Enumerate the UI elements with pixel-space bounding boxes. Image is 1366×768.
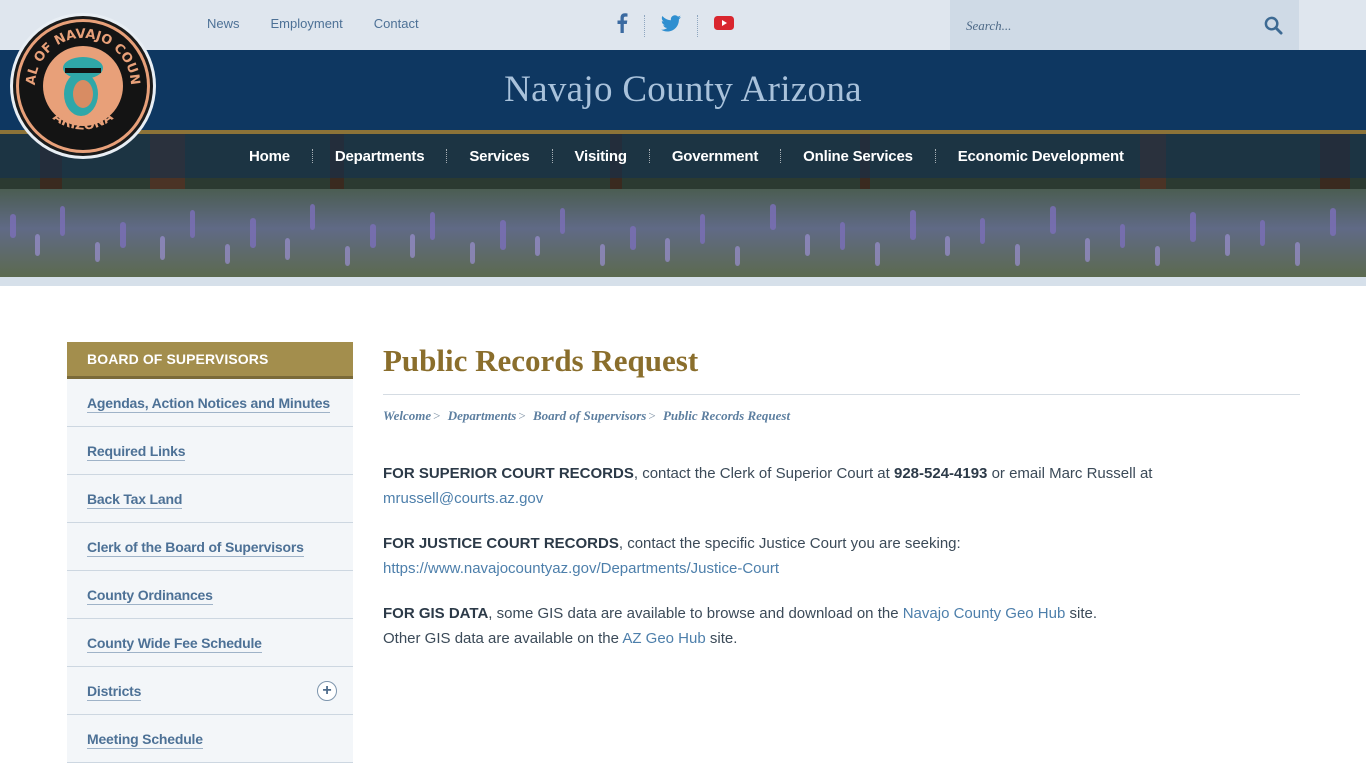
nav-departments[interactable]: Departments — [313, 148, 447, 165]
twitter-icon[interactable] — [661, 14, 681, 37]
sidebar-item-label[interactable]: Required Links — [87, 443, 186, 461]
nav-online-services[interactable]: Online Services — [781, 148, 935, 165]
social-divider — [644, 14, 645, 37]
nav-visiting[interactable]: Visiting — [553, 148, 649, 165]
top-link-employment[interactable]: Employment — [271, 16, 343, 31]
sidebar-nav: BOARD OF SUPERVISORS Agendas, Action Not… — [67, 342, 353, 763]
expand-plus-icon[interactable]: + — [317, 681, 337, 701]
sidebar-item-fee-schedule[interactable]: County Wide Fee Schedule — [67, 619, 353, 667]
social-links — [616, 13, 734, 38]
sidebar-item-label[interactable]: Meeting Schedule — [87, 731, 203, 749]
search-box — [950, 0, 1299, 50]
sidebar-item-label[interactable]: Agendas, Action Notices and Minutes — [87, 395, 330, 413]
sidebar-item-required-links[interactable]: Required Links — [67, 427, 353, 475]
title-divider — [383, 394, 1300, 395]
gis-paragraph: FOR GIS DATA, some GIS data are availabl… — [383, 601, 1300, 651]
p1-text: , contact the Clerk of Superior Court at — [633, 465, 894, 482]
breadcrumb-separator: > — [648, 408, 656, 423]
navajo-geo-hub-link[interactable]: Navajo County Geo Hub — [903, 605, 1066, 622]
justice-court-heading: FOR JUSTICE COURT RECORDS — [383, 535, 619, 552]
superior-court-paragraph: FOR SUPERIOR COURT RECORDS, contact the … — [383, 461, 1300, 511]
search-icon[interactable] — [1264, 16, 1284, 36]
p1-text2: or email Marc Russell at — [987, 465, 1153, 482]
main-nav-list: Home Departments Services Visiting Gover… — [227, 134, 1146, 178]
nav-home[interactable]: Home — [227, 148, 312, 165]
top-link-contact[interactable]: Contact — [374, 16, 419, 31]
breadcrumb-separator: > — [518, 408, 526, 423]
email-link[interactable]: mrussell@courts.az.gov — [383, 490, 543, 507]
nav-government[interactable]: Government — [650, 148, 780, 165]
breadcrumb-board[interactable]: Board of Supervisors — [533, 408, 646, 423]
sidebar-item-label[interactable]: County Ordinances — [87, 587, 213, 605]
sidebar-item-meeting-schedule[interactable]: Meeting Schedule — [67, 715, 353, 763]
sidebar-item-back-tax-land[interactable]: Back Tax Land — [67, 475, 353, 523]
breadcrumb-welcome[interactable]: Welcome — [383, 408, 431, 423]
breadcrumb-current: Public Records Request — [662, 408, 791, 423]
sidebar-item-label[interactable]: Districts — [87, 683, 141, 701]
sidebar-item-districts[interactable]: Districts + — [67, 667, 353, 715]
title-band: Navajo County Arizona — [0, 50, 1366, 130]
sidebar-heading: BOARD OF SUPERVISORS — [67, 342, 353, 379]
utility-bar: News Employment Contact — [0, 0, 1366, 50]
p3-text: , some GIS data are available to browse … — [488, 605, 903, 622]
nav-economic-development[interactable]: Economic Development — [936, 148, 1146, 165]
justice-court-link[interactable]: https://www.navajocountyaz.gov/Departmen… — [383, 560, 779, 577]
sidebar-item-label[interactable]: County Wide Fee Schedule — [87, 635, 262, 653]
sidebar-item-ordinances[interactable]: County Ordinances — [67, 571, 353, 619]
top-links: News Employment Contact — [207, 16, 419, 31]
top-link-news[interactable]: News — [207, 16, 240, 31]
gis-heading: FOR GIS DATA — [383, 605, 489, 622]
page-title: Public Records Request — [383, 343, 699, 378]
county-seal-logo[interactable]: SEAL OF NAVAJO COUNTY ARIZONA — [3, 1, 157, 160]
nav-services[interactable]: Services — [447, 148, 551, 165]
breadcrumb-separator: > — [433, 408, 441, 423]
hero-bottom-strip — [0, 277, 1366, 286]
sidebar-item-clerk[interactable]: Clerk of the Board of Supervisors — [67, 523, 353, 571]
p3-text3: site. — [705, 630, 738, 647]
p3-line2: Other GIS data are available on the — [383, 630, 623, 647]
breadcrumb-departments[interactable]: Departments — [448, 408, 517, 423]
site-title: Navajo County Arizona — [504, 69, 862, 110]
sidebar-item-agendas[interactable]: Agendas, Action Notices and Minutes — [67, 379, 353, 427]
social-divider — [697, 14, 698, 37]
sidebar-item-label[interactable]: Clerk of the Board of Supervisors — [87, 539, 304, 557]
sidebar-item-label[interactable]: Back Tax Land — [87, 491, 182, 509]
main-nav: Home Departments Services Visiting Gover… — [0, 134, 1366, 178]
superior-court-heading: FOR SUPERIOR COURT RECORDS — [383, 465, 634, 482]
facebook-icon[interactable] — [616, 13, 628, 38]
justice-court-paragraph: FOR JUSTICE COURT RECORDS, contact the s… — [383, 531, 1300, 581]
phone-number: 928-524-4193 — [893, 465, 988, 482]
main-content: Public Records Request Welcome > Departme… — [383, 342, 1300, 666]
youtube-icon[interactable] — [714, 16, 734, 35]
p3-text2: site. — [1065, 605, 1097, 622]
search-input[interactable] — [966, 16, 1246, 36]
breadcrumb: Welcome > Departments > Board of Superviso… — [383, 408, 1300, 424]
p2-text: , contact the specific Justice Court you… — [618, 535, 961, 552]
az-geo-hub-link[interactable]: AZ Geo Hub — [622, 630, 705, 647]
